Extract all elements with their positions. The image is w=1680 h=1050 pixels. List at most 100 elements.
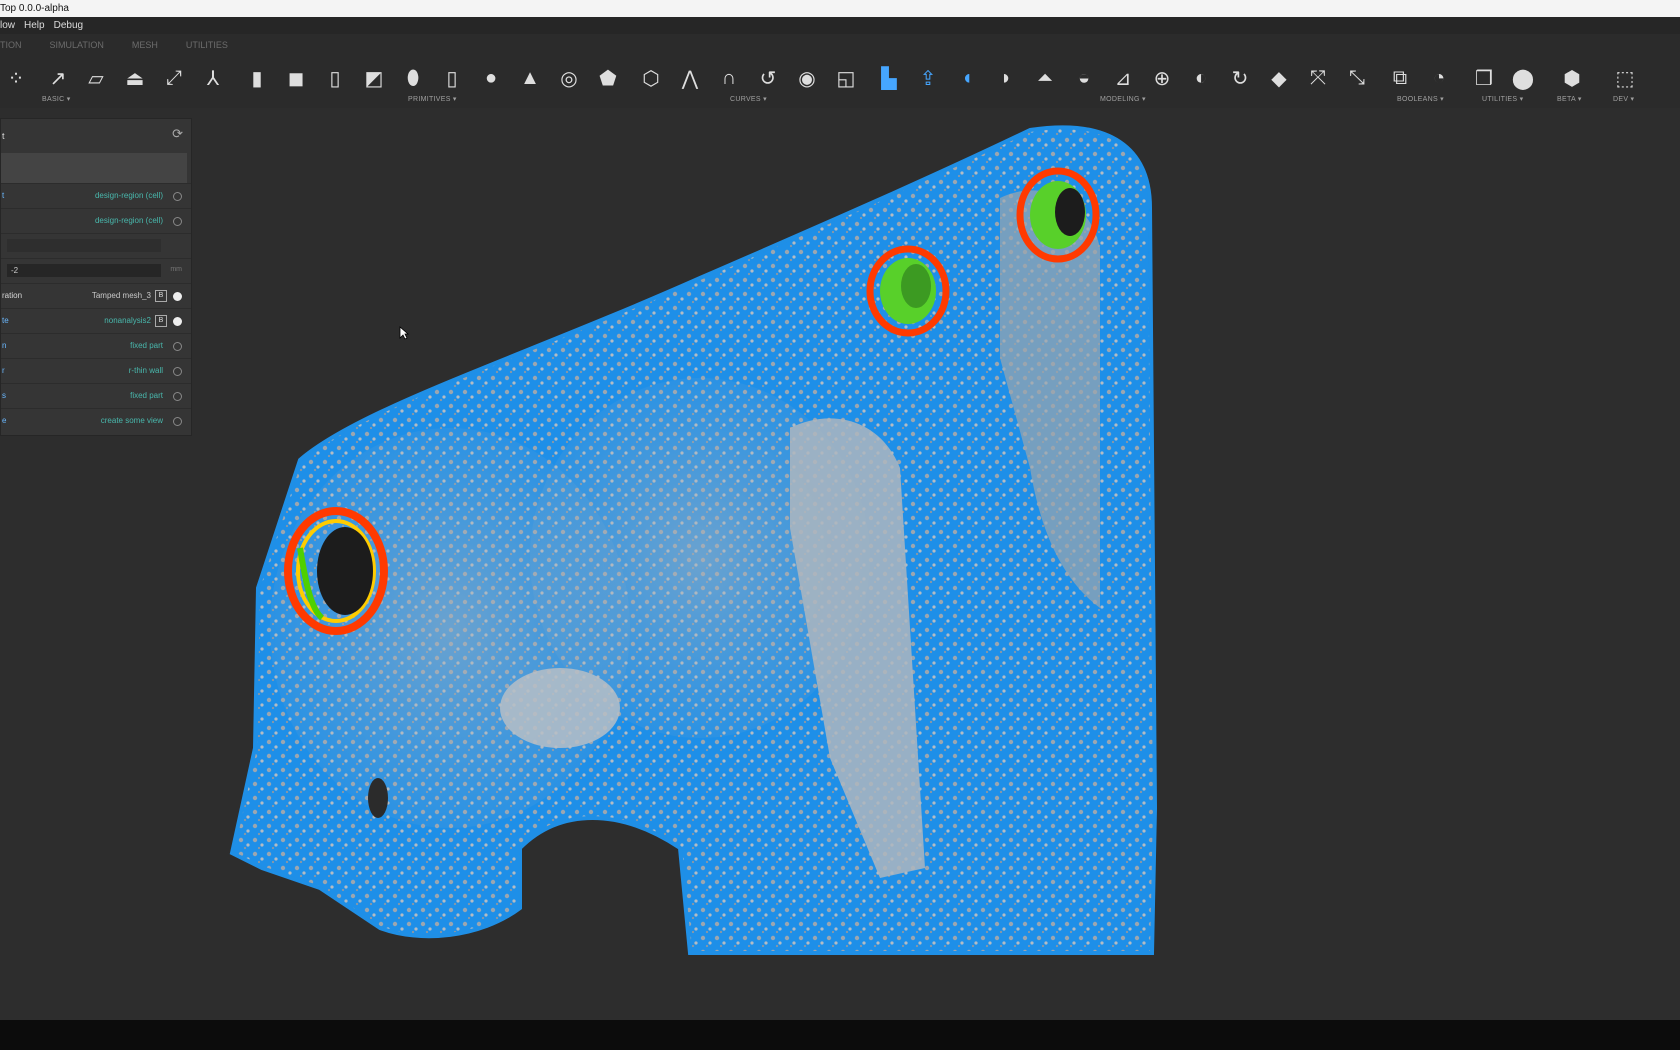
block-icon[interactable]: ▯ [321,64,349,92]
refresh-icon[interactable]: ⟳ [172,126,183,142]
wire-box-icon[interactable]: ⬡ [637,64,665,92]
property-row[interactable]: s fixed part [1,383,191,408]
tab-simulation[interactable]: SIMULATION [50,34,104,56]
arc-icon[interactable]: ↺ [754,64,782,92]
revolve-icon[interactable]: ◖ [953,64,981,92]
property-row[interactable]: ration Tamped mesh_3 B [1,283,191,308]
line-icon[interactable]: ↗ [44,64,72,92]
stairs-icon[interactable]: ⊿ [1109,64,1137,92]
group-label-booleans[interactable]: BOOLEANS [1397,95,1444,103]
property-value[interactable]: r-thin wall [129,366,163,375]
tab-mesh[interactable]: MESH [132,34,158,56]
union-icon[interactable]: ⧉ [1386,64,1414,92]
wedge-icon[interactable]: ◩ [360,64,388,92]
window-title: Top 0.0.0-alpha [0,3,69,14]
tab-utilities[interactable]: UTILITIES [186,34,228,56]
property-row[interactable]: n fixed part [1,333,191,358]
split-icon[interactable]: ⊕ [1148,64,1176,92]
panel-preview [1,153,187,183]
sphere-icon[interactable]: ● [477,64,505,92]
property-row[interactable]: r r-thin wall [1,358,191,383]
torus-icon[interactable]: ◎ [555,64,583,92]
solid-icon[interactable]: ◆ [1265,64,1293,92]
group-label-dev[interactable]: DEV [1613,95,1634,103]
slider-track[interactable] [7,239,161,252]
group-label-beta[interactable]: BETA [1557,95,1582,103]
optimized-part-mesh[interactable] [0,108,1680,1020]
property-value[interactable]: Tamped mesh_3 [92,291,151,300]
bind-badge[interactable]: B [155,315,167,327]
radio-button[interactable] [173,292,182,301]
twist-icon[interactable]: ↻ [1226,64,1254,92]
property-value[interactable]: create some view [101,416,163,425]
cylinder-icon[interactable]: ⬮ [399,64,427,92]
circle-icon[interactable]: ◉ [793,64,821,92]
property-value[interactable]: design-region (cell) [95,216,163,225]
group-label-modeling[interactable]: MODELING [1100,95,1146,103]
radio-button[interactable] [173,217,182,226]
property-row[interactable]: design-region (cell) [1,208,191,233]
transform-icon[interactable]: ⤧ [1304,64,1332,92]
property-value[interactable]: fixed part [130,341,163,350]
radio-button[interactable] [173,367,182,376]
subtract-icon[interactable]: ◔ [1425,64,1453,92]
loft-icon[interactable]: ⏶ [1031,64,1059,92]
polyline-icon[interactable]: ⋀ [676,64,704,92]
extrude-plane-icon[interactable]: ⏏ [121,64,149,92]
tube-icon[interactable]: ▯ [438,64,466,92]
bend-icon[interactable]: ◐ [1187,64,1215,92]
sphere-shaded-icon[interactable]: ⬤ [1509,64,1537,92]
property-row[interactable] [1,233,191,258]
property-value[interactable]: nonanalysis2 [104,316,151,325]
property-row[interactable]: t design-region (cell) [1,183,191,208]
box-outline-icon[interactable]: ❒ [1470,64,1498,92]
property-row[interactable]: te nonanalysis2 B [1,308,191,333]
dev-cube-icon[interactable]: ⬚ [1611,64,1639,92]
offset-input[interactable]: -2 [7,264,161,277]
l-profile-icon[interactable]: ▙ [875,64,903,92]
radio-button[interactable] [173,342,182,351]
radio-button[interactable] [173,317,182,326]
box-tall-icon[interactable]: ▮ [243,64,271,92]
property-value[interactable]: design-region (cell) [95,191,163,200]
property-value[interactable]: fixed part [130,391,163,400]
property-label: s [2,391,6,400]
measure-icon[interactable]: ⤢ [160,64,188,92]
extrude-icon[interactable]: ⇪ [914,64,942,92]
menu-window[interactable]: low [0,17,24,34]
group-label-utilities[interactable]: UTILITIES [1482,95,1523,103]
bind-badge[interactable]: B [155,290,167,302]
window-titlebar: Top 0.0.0-alpha [0,0,1680,17]
beta-tool-icon[interactable]: ⬢ [1558,64,1586,92]
property-label: e [2,416,7,425]
property-row[interactable]: e create some view [1,408,191,433]
unit-label: mm [170,266,182,273]
plane-icon[interactable]: ▱ [82,64,110,92]
tab-creation[interactable]: TION [0,34,22,56]
spline-icon[interactable]: ∩ [715,64,743,92]
group-label-curves[interactable]: CURVES [730,95,767,103]
group-label-primitives[interactable]: PRIMITIVES [408,95,457,103]
menu-help[interactable]: Help [24,17,54,34]
axes-icon[interactable]: ⅄ [199,64,227,92]
property-row[interactable]: -2 mm [1,258,191,283]
cube-icon[interactable]: ◼ [282,64,310,92]
points-icon[interactable]: ⁘ [2,64,30,92]
cone-icon[interactable]: ▲ [516,64,544,92]
ribbon-toolbar: ⁘ ↗ ▱ ⏏ ⤢ ⅄ ▮ ◼ ▯ ◩ ⬮ ▯ ● ▲ ◎ ⬟ ⬡ ⋀ ∩ ↺ … [0,56,1680,109]
properties-panel: t ⟳ t design-region (cell) design-region… [0,118,192,436]
shell-icon[interactable]: ◒ [1070,64,1098,92]
menu-debug[interactable]: Debug [54,17,92,34]
radio-button[interactable] [173,392,182,401]
pentagon-icon[interactable]: ⬟ [594,64,622,92]
sweep-icon[interactable]: ◗ [992,64,1020,92]
scale-icon[interactable]: ⤡ [1343,64,1371,92]
radio-button[interactable] [173,192,182,201]
property-label: r [2,366,5,375]
radio-button[interactable] [173,417,182,426]
group-label-basic[interactable]: BASIC [42,95,71,103]
property-label: ration [2,291,23,300]
profile-icon[interactable]: ◱ [832,64,860,92]
bottom-bar [0,1020,1680,1050]
ribbon-tabs: TION SIMULATION MESH UTILITIES [0,34,1680,56]
